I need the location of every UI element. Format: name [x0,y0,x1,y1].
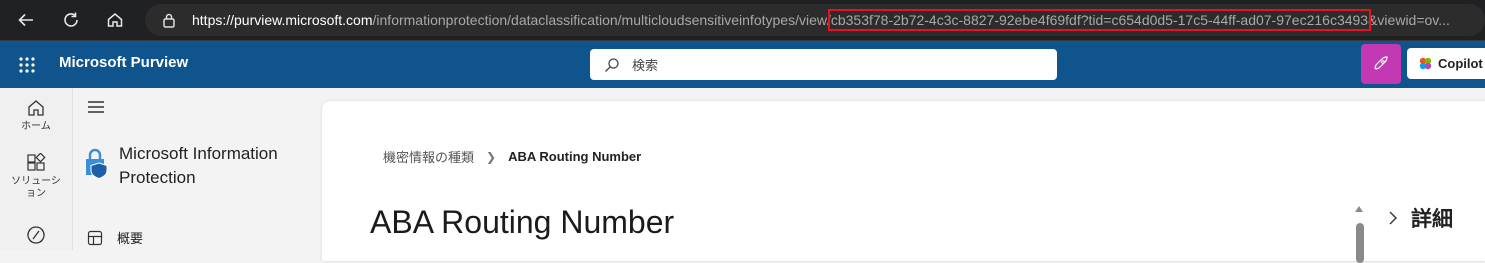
rail-item-policy[interactable] [0,225,72,245]
scrollbar-thumb[interactable] [1356,223,1364,263]
left-rail: ホーム ソリューション [0,88,73,250]
hamburger-menu-icon[interactable] [87,100,105,114]
home-icon [28,100,44,116]
solutions-icon [27,153,46,171]
app-launcher-icon[interactable] [18,56,36,74]
overview-label: 概要 [117,232,144,247]
rocket-icon [1374,56,1388,70]
main-content-card: 機密情報の種類 ❯ ABA Routing Number ABA Routing… [322,101,1485,263]
solution-title: Microsoft Information Protection [119,144,278,187]
nav-panel: Microsoft Information Protection 概要 [73,88,321,250]
information-protection-logo [86,148,108,179]
nav-item-overview[interactable]: 概要 [87,228,143,247]
app-title[interactable]: Microsoft Purview [59,54,188,71]
url-tail: &viewid=ov... [1368,12,1450,28]
page-title: ABA Routing Number [370,204,675,240]
refresh-button[interactable] [59,8,83,32]
rail-label-home: ホーム [21,121,51,132]
details-panel-toggle[interactable]: 詳細 [1387,203,1453,233]
policy-icon [27,226,45,244]
rail-label-solutions: ソリューション [11,176,61,199]
breadcrumb-item-sensitive-info-types[interactable]: 機密情報の種類 [383,147,474,166]
overview-icon [87,230,103,245]
details-label: 詳細 [1411,207,1453,231]
rail-item-home[interactable]: ホーム [0,98,72,133]
address-bar[interactable]: https://purview.microsoft.com/informatio… [145,4,1485,36]
app-header: Microsoft Purview 検索 Copilot [0,41,1485,88]
copilot-icon [1419,57,1432,70]
url-text: https://purview.microsoft.com/informatio… [192,9,1450,31]
browser-home-icon [107,13,123,27]
rail-item-solutions[interactable]: ソリューション [0,153,72,200]
refresh-icon [64,12,78,27]
scroll-up-arrow-icon[interactable] [1355,206,1363,212]
copilot-button[interactable]: Copilot [1407,48,1485,79]
breadcrumb: 機密情報の種類 ❯ ABA Routing Number [383,147,641,166]
back-button[interactable] [14,8,38,32]
lock-icon [163,13,175,28]
url-host: https://purview.microsoft.com [192,12,373,28]
chevron-right-icon: ❯ [486,149,497,164]
url-path: /informationprotection/dataclassificatio… [372,12,831,28]
copilot-label: Copilot [1438,56,1483,71]
search-placeholder: 検索 [632,59,659,74]
rocket-button[interactable] [1361,44,1401,84]
url-highlighted-id: cb353f78-2b72-4c3c-8827-92ebe4f69fdf?tid… [827,9,1372,31]
chevron-right-icon [1389,211,1397,225]
search-icon [605,57,619,72]
home-button[interactable] [103,8,127,32]
browser-toolbar: https://purview.microsoft.com/informatio… [0,0,1485,41]
search-input[interactable]: 検索 [590,49,1057,80]
breadcrumb-item-current: ABA Routing Number [508,149,642,164]
back-arrow-icon [18,13,33,27]
